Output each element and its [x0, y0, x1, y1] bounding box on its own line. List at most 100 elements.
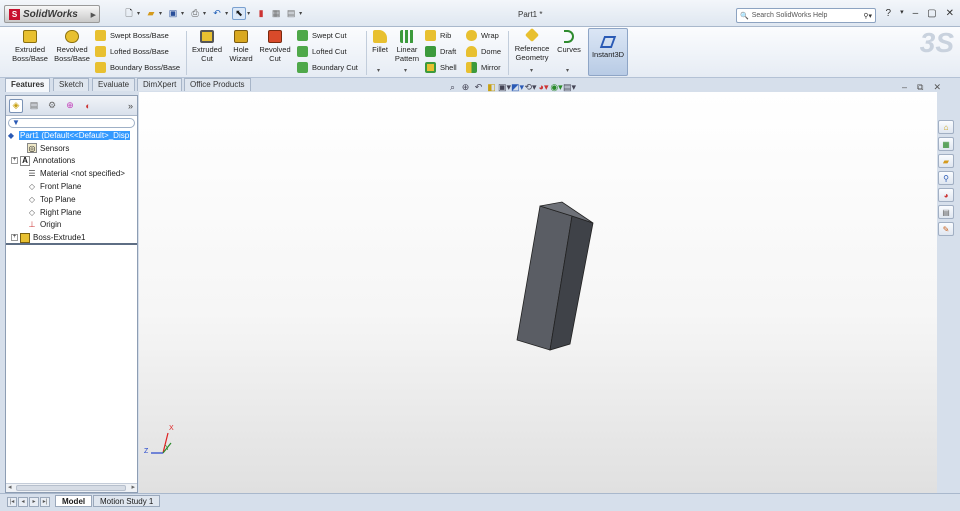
solidworks-menu-button[interactable]: S SolidWorks ▶	[4, 5, 100, 23]
scroll-right-icon[interactable]: ▸	[131, 483, 135, 491]
chevron-down-icon[interactable]: ▾	[299, 10, 302, 17]
boundary-boss-button[interactable]: Boundary Boss/Base	[95, 62, 180, 73]
scrollbar-thumb[interactable]	[16, 485, 126, 491]
zoom-to-fit-icon[interactable]: ⌕	[447, 82, 458, 93]
tree-item-material[interactable]: ☰ Material <not specified>	[6, 167, 137, 180]
extruded-cut-button[interactable]: Extruded Cut	[190, 30, 224, 63]
viewport-restore-icon[interactable]: ⧉	[917, 82, 923, 93]
lofted-boss-button[interactable]: Lofted Boss/Base	[95, 46, 169, 57]
viewport-close-icon[interactable]: ✕	[933, 82, 941, 93]
chevron-down-icon[interactable]: ▾	[530, 67, 533, 74]
hide-show-items-icon[interactable]: ⟲▾	[524, 82, 536, 93]
rollback-bar[interactable]	[6, 243, 137, 245]
last-tab-icon[interactable]: ▸|	[40, 497, 50, 507]
search-input[interactable]: 🔍 Search SolidWorks Help ⚲▾	[736, 8, 876, 23]
graphics-area[interactable]	[139, 92, 937, 493]
curves-button[interactable]: Curves	[554, 30, 584, 54]
file-explorer-icon[interactable]: ▰	[938, 154, 954, 168]
search-results-icon[interactable]: ⚲	[938, 171, 954, 185]
undo-icon[interactable]: ↶	[210, 7, 224, 20]
property-manager-icon[interactable]: ▤	[27, 99, 41, 113]
chevron-down-icon[interactable]: ▾	[225, 10, 228, 17]
tab-features[interactable]: Features	[5, 78, 51, 92]
prev-tab-icon[interactable]: ◂	[18, 497, 28, 507]
chevron-down-icon[interactable]: ▾	[404, 67, 407, 74]
restore-button[interactable]: ▢	[927, 8, 936, 19]
first-tab-icon[interactable]: |◂	[7, 497, 17, 507]
extruded-boss-button[interactable]: Extruded Boss/Base	[10, 30, 50, 63]
design-library-icon[interactable]: ▦	[938, 137, 954, 151]
view-settings-icon[interactable]: ▤▾	[563, 82, 576, 93]
view-orientation-icon[interactable]: ▣▾	[498, 82, 511, 93]
hole-wizard-button[interactable]: Hole Wizard	[226, 30, 256, 63]
reference-geometry-button[interactable]: Reference Geometry	[512, 27, 552, 62]
tree-item-front-plane[interactable]: ◇ Front Plane	[6, 180, 137, 193]
scroll-left-icon[interactable]: ◂	[8, 483, 12, 491]
file-properties-icon[interactable]: ▦	[269, 7, 283, 20]
chevron-down-icon[interactable]: ▾	[377, 67, 380, 74]
rib-button[interactable]: Rib	[425, 30, 451, 41]
appearances-icon[interactable]: ▤	[938, 205, 954, 219]
revolved-boss-button[interactable]: Revolved Boss/Base	[52, 30, 92, 63]
save-icon[interactable]: ▣	[166, 7, 180, 20]
previous-view-icon[interactable]: ↶	[473, 82, 484, 93]
tree-item-annotations[interactable]: + A Annotations	[6, 155, 137, 168]
configuration-manager-icon[interactable]: ⚙	[45, 99, 59, 113]
chevron-down-icon[interactable]: ▾	[159, 10, 162, 17]
chevron-down-icon[interactable]: ▾	[900, 8, 904, 19]
print-icon[interactable]: ⎙	[188, 7, 202, 20]
chevron-down-icon[interactable]: ▾	[247, 10, 250, 17]
tab-model[interactable]: Model	[55, 495, 93, 507]
swept-cut-button[interactable]: Swept Cut	[297, 30, 347, 41]
mirror-button[interactable]: Mirror	[466, 62, 501, 73]
wrap-button[interactable]: Wrap	[466, 30, 499, 41]
tab-sketch[interactable]: Sketch	[53, 78, 90, 91]
dimxpert-manager-icon[interactable]: ⊕	[63, 99, 77, 113]
open-icon[interactable]: ▰	[144, 7, 158, 20]
next-tab-icon[interactable]: ▸	[29, 497, 39, 507]
draft-button[interactable]: Draft	[425, 46, 456, 57]
tree-item-sensors[interactable]: ◎ Sensors	[6, 142, 137, 155]
boundary-cut-button[interactable]: Boundary Cut	[297, 62, 358, 73]
zoom-to-area-icon[interactable]: ⊕	[460, 82, 471, 93]
select-icon[interactable]: ⬉	[232, 7, 247, 20]
tree-item-origin[interactable]: ⊥ Origin	[6, 219, 137, 232]
chevron-down-icon[interactable]: ▾	[566, 67, 569, 74]
search-icon[interactable]: ⚲▾	[863, 12, 872, 20]
solidworks-resources-icon[interactable]: ⌂	[938, 120, 954, 134]
display-style-icon[interactable]: ◩▾	[511, 82, 524, 93]
custom-properties-icon[interactable]: ✎	[938, 222, 954, 236]
revolved-cut-button[interactable]: Revolved Cut	[258, 30, 292, 63]
tab-dimxpert[interactable]: DimXpert	[137, 78, 183, 91]
display-manager-icon[interactable]: ◐	[81, 99, 95, 113]
chevron-down-icon[interactable]: ▾	[181, 10, 184, 17]
lofted-cut-button[interactable]: Lofted Cut	[297, 46, 347, 57]
chevron-down-icon[interactable]: ▾	[203, 10, 206, 17]
minimize-button[interactable]: –	[913, 8, 919, 19]
instant3d-button[interactable]: Instant3D	[588, 28, 628, 76]
shell-button[interactable]: Shell	[425, 62, 457, 73]
horizontal-scrollbar[interactable]: ◂ ▸	[6, 483, 137, 492]
tab-office-products[interactable]: Office Products	[184, 78, 251, 91]
chevron-down-icon[interactable]: ▾	[137, 10, 140, 17]
apply-scene-icon[interactable]: ◉▾	[550, 82, 562, 93]
dome-button[interactable]: Dome	[466, 46, 501, 57]
viewport-minimize-icon[interactable]: –	[902, 82, 907, 93]
rebuild-icon[interactable]: ▮	[254, 7, 268, 20]
tab-evaluate[interactable]: Evaluate	[92, 78, 136, 91]
tree-item-right-plane[interactable]: ◇ Right Plane	[6, 206, 137, 219]
close-button[interactable]: ✕	[946, 8, 954, 19]
section-view-icon[interactable]: ◧	[486, 82, 497, 93]
linear-pattern-button[interactable]: Linear Pattern	[393, 30, 421, 63]
tab-motion-study-1[interactable]: Motion Study 1	[93, 495, 161, 507]
tree-filter-input[interactable]: ▼	[8, 118, 135, 128]
help-button[interactable]: ?	[886, 8, 892, 19]
edit-appearance-icon[interactable]: ◕▾	[538, 82, 549, 93]
fillet-button[interactable]: Fillet	[369, 30, 391, 54]
swept-boss-button[interactable]: Swept Boss/Base	[95, 30, 169, 41]
feature-tree-icon[interactable]: ◈	[9, 98, 23, 113]
expand-icon[interactable]: +	[11, 157, 18, 165]
chevron-right-icon[interactable]: »	[128, 101, 133, 111]
tree-item-top-plane[interactable]: ◇ Top Plane	[6, 193, 137, 206]
new-icon[interactable]: 🗋	[122, 7, 136, 20]
